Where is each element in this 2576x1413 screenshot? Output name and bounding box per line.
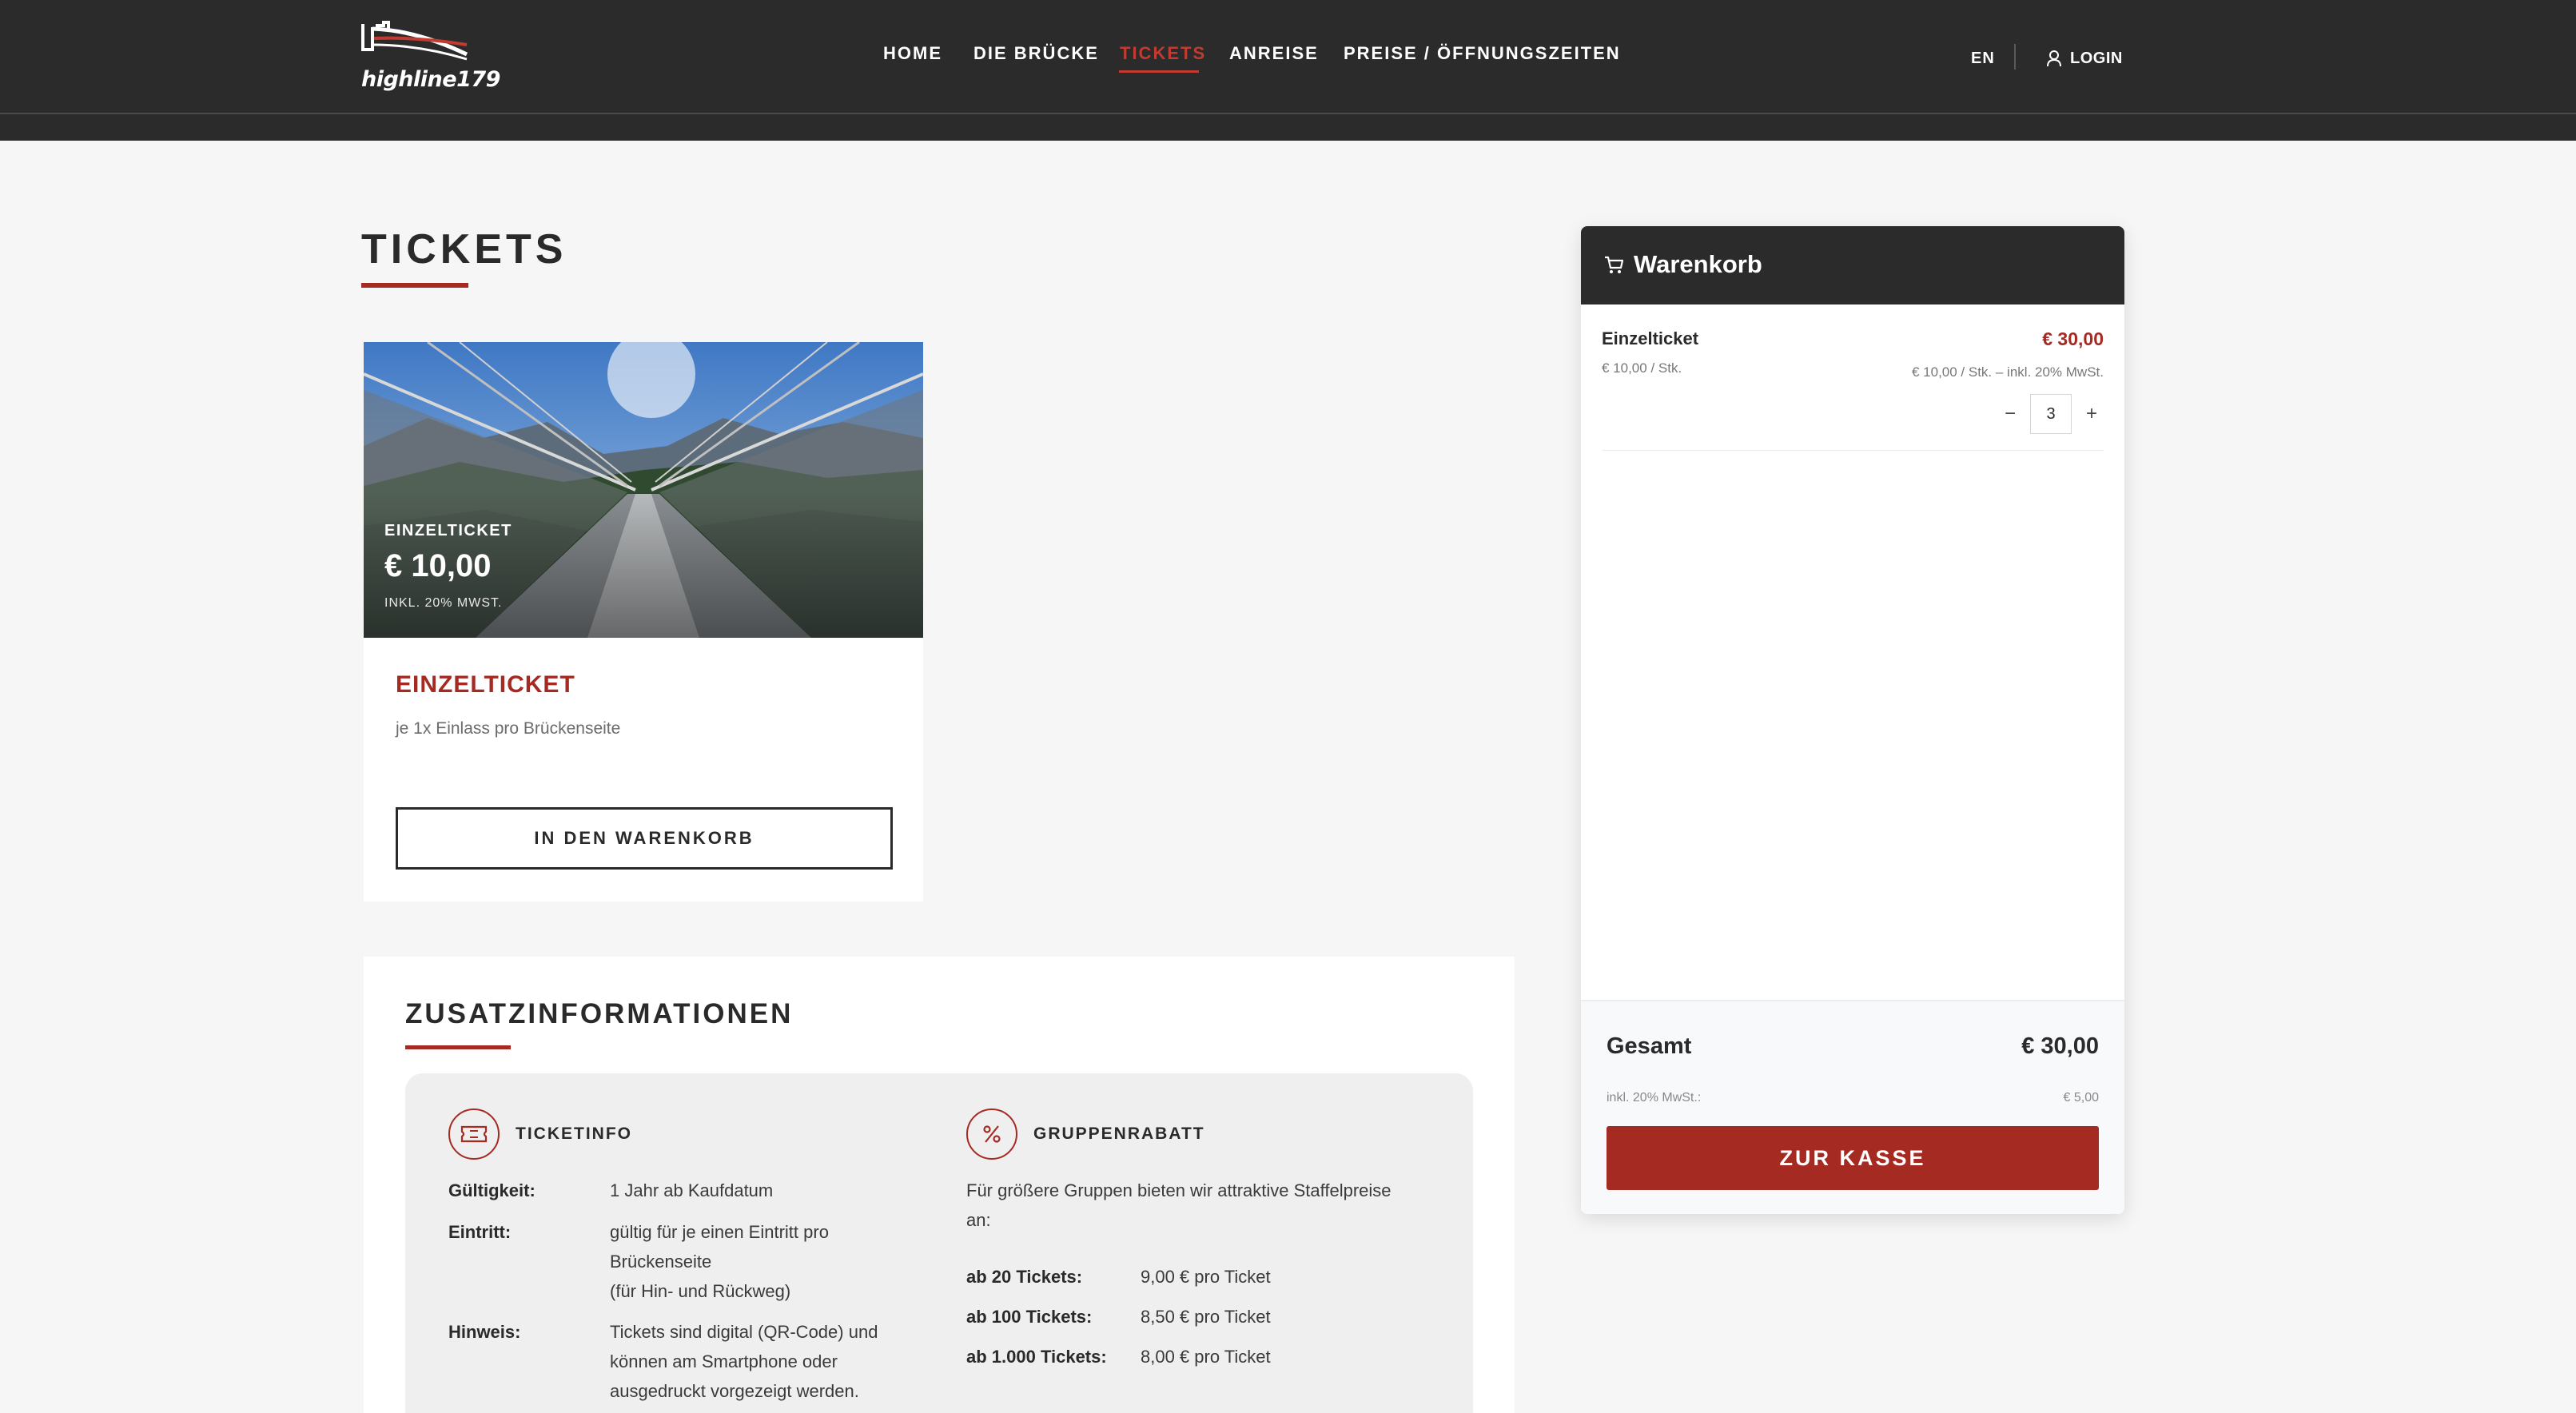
tier-value: 8,50 € pro Ticket — [1141, 1307, 1271, 1327]
cart-icon — [1605, 256, 1624, 273]
info-row-hinweis: Hinweis: — [448, 1317, 520, 1347]
checkout-button[interactable]: ZUR KASSE — [1607, 1126, 2099, 1190]
info-key: Eintritt: — [448, 1222, 512, 1242]
increase-quantity-button[interactable]: + — [2080, 402, 2104, 426]
cart-item-total: € 30,00 — [2042, 328, 2104, 349]
cart-panel: Warenkorb Einzelticket € 30,00 € 10,00 /… — [1581, 226, 2124, 1214]
cart-title: Warenkorb — [1603, 250, 1762, 279]
cart-total-label: Gesamt — [1607, 1033, 1692, 1059]
quantity-input[interactable] — [2030, 394, 2072, 434]
ticket-image: EINZELTICKET € 10,00 INKL. 20% MWST. — [364, 342, 923, 638]
nav-active-indicator — [1119, 70, 1199, 73]
ticket-name: EINZELTICKET — [396, 671, 575, 698]
ticket-icon — [448, 1109, 500, 1160]
info-key: Hinweis: — [448, 1322, 521, 1342]
gruppenrabatt-intro: Für größere Gruppen bieten wir attraktiv… — [966, 1176, 1392, 1235]
cart-vat-value: € 5,00 — [2063, 1091, 2099, 1105]
page-title: TICKETS — [361, 226, 567, 273]
gruppenrabatt-heading: GRUPPENRABATT — [966, 1109, 1205, 1160]
user-icon — [2047, 50, 2061, 67]
site-header: highline179 HOME DIE BRÜCKE TICKETS ANRE… — [0, 0, 2576, 141]
cart-summary: Gesamt € 30,00 inkl. 20% MwSt.: € 5,00 Z… — [1581, 1000, 2124, 1214]
login-link[interactable]: LOGIN — [2046, 46, 2123, 70]
cart-vat-label: inkl. 20% MwSt.: — [1607, 1091, 1702, 1105]
ticketinfo-heading: TICKETINFO — [448, 1109, 632, 1160]
info-line: ausgedruckt vorgezeigt werden. — [610, 1381, 859, 1401]
info-value-gueltigkeit: 1 Jahr ab Kaufdatum — [610, 1180, 774, 1200]
info-row-gueltigkeit: Gültigkeit: — [448, 1176, 536, 1205]
tier-value: 8,00 € pro Ticket — [1141, 1347, 1271, 1367]
info-line: (für Hin- und Rückweg) — [610, 1281, 791, 1301]
tier-key: ab 1.000 Tickets: — [966, 1342, 1107, 1371]
nav-anreise[interactable]: ANREISE — [1229, 43, 1319, 64]
bridge-photo — [364, 342, 923, 638]
cart-item-divider — [1602, 450, 2104, 451]
info-value-eintritt: gültig für je einen Eintritt pro Brücken… — [610, 1217, 829, 1306]
title-underline — [361, 283, 468, 288]
cart-item-price-detail: € 10,00 / Stk. – inkl. 20% MwSt. — [1911, 364, 2104, 380]
info-box: TICKETINFO Gültigkeit: 1 Jahr ab Kaufdat… — [405, 1073, 1473, 1413]
main-nav: HOME DIE BRÜCKE TICKETS ANREISE PREISE /… — [0, 43, 2576, 75]
info-title-underline — [405, 1045, 511, 1049]
nav-tickets[interactable]: TICKETS — [1120, 43, 1206, 64]
language-switch[interactable]: EN — [1971, 50, 1995, 68]
ticketinfo-heading-label: TICKETINFO — [516, 1124, 632, 1143]
info-line: können am Smartphone oder — [610, 1351, 838, 1371]
tier-key: ab 100 Tickets: — [966, 1302, 1092, 1331]
nav-preise-oeffnungszeiten[interactable]: PREISE / ÖFFNUNGSZEITEN — [1344, 43, 1621, 64]
add-to-cart-button[interactable]: IN DEN WARENKORB — [396, 807, 893, 870]
info-line: Für größere Gruppen bieten wir attraktiv… — [966, 1180, 1392, 1200]
additional-info-section: ZUSATZINFORMATIONEN TICKETINFO Gültigkei… — [364, 957, 1515, 1413]
header-divider-line — [0, 113, 2576, 114]
cart-item-unit-price: € 10,00 / Stk. — [1602, 360, 1682, 376]
image-ticket-vat: INKL. 20% MWST. — [384, 596, 503, 610]
tier-key-label: ab 100 Tickets: — [966, 1307, 1093, 1327]
percent-icon — [966, 1109, 1017, 1160]
ticket-card: EINZELTICKET € 10,00 INKL. 20% MWST. EIN… — [364, 342, 923, 902]
ticket-description: je 1x Einlass pro Brückenseite — [396, 719, 621, 738]
nav-home[interactable]: HOME — [883, 43, 942, 64]
info-title: ZUSATZINFORMATIONEN — [405, 998, 794, 1029]
info-row-eintritt: Eintritt: — [448, 1217, 511, 1247]
info-line: Brückenseite — [610, 1252, 712, 1272]
info-line: Tickets sind digital (QR-Code) und — [610, 1322, 878, 1342]
image-ticket-price: € 10,00 — [384, 548, 492, 583]
image-ticket-label: EINZELTICKET — [384, 522, 512, 539]
tier-key-label: ab 1.000 Tickets: — [966, 1347, 1107, 1367]
header-divider — [2014, 44, 2016, 70]
tier-value: 9,00 € pro Ticket — [1141, 1267, 1271, 1287]
cart-header: Warenkorb — [1581, 226, 2124, 304]
login-label: LOGIN — [2070, 49, 2123, 67]
tier-key: ab 20 Tickets: — [966, 1262, 1082, 1292]
cart-item-name: Einzelticket — [1602, 328, 1699, 348]
quantity-stepper: − + — [1998, 394, 2104, 434]
cart-total-value: € 30,00 — [2021, 1033, 2099, 1059]
tier-key-label: ab 20 Tickets: — [966, 1267, 1083, 1287]
info-value-hinweis: Tickets sind digital (QR-Code) und könne… — [610, 1317, 878, 1406]
info-key: Gültigkeit: — [448, 1180, 536, 1200]
gruppenrabatt-heading-label: GRUPPENRABATT — [1033, 1124, 1205, 1143]
info-line: gültig für je einen Eintritt pro — [610, 1222, 829, 1242]
nav-die-bruecke[interactable]: DIE BRÜCKE — [973, 43, 1099, 64]
info-line: an: — [966, 1210, 991, 1230]
cart-title-label: Warenkorb — [1634, 250, 1762, 278]
decrease-quantity-button[interactable]: − — [1998, 402, 2022, 426]
